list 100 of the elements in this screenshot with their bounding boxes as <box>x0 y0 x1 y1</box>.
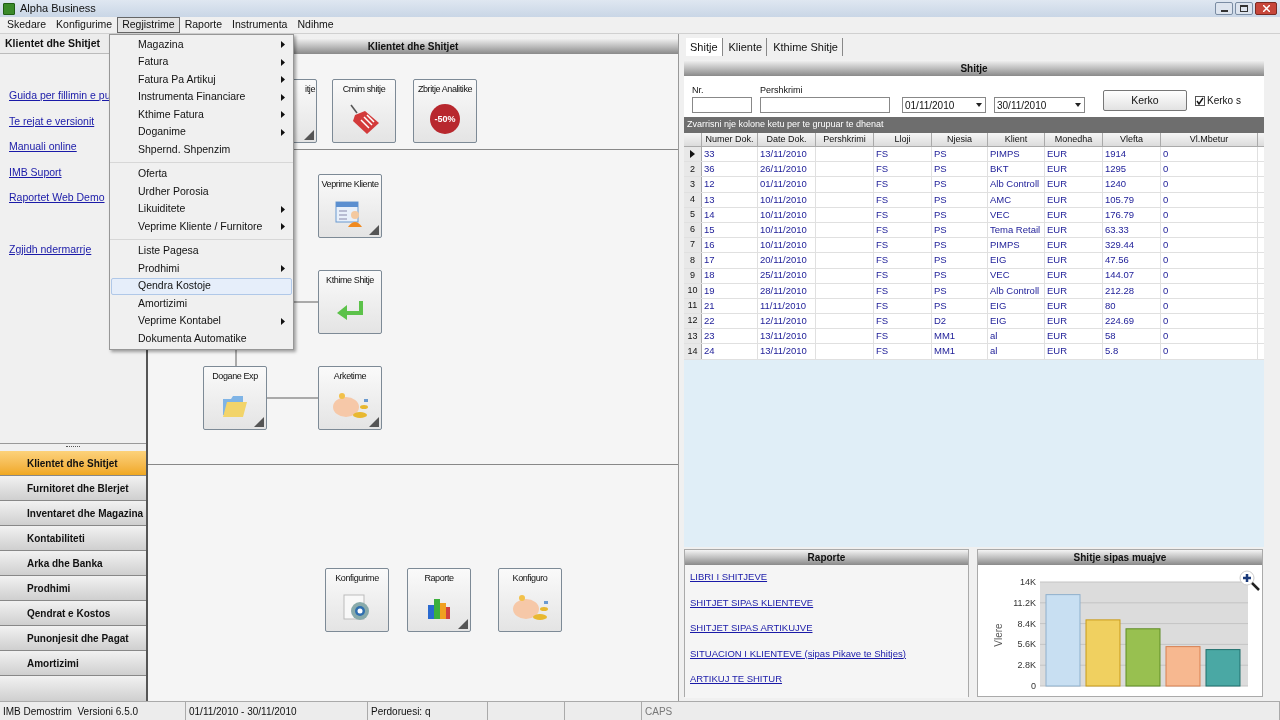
menu-bar-item[interactable]: Skedare <box>2 17 52 33</box>
menu-item[interactable]: Prodhimi <box>111 260 292 278</box>
report-link[interactable]: SITUACION I KLIENTEVE (sipas Pikave te Shitjes) <box>690 646 968 672</box>
contact-card-icon <box>335 200 365 229</box>
menu-item[interactable]: Fatura <box>111 53 292 71</box>
workflow-node[interactable]: Dogane Exp <box>203 366 267 430</box>
column-header[interactable]: Date Dok. <box>758 133 816 146</box>
menu-item[interactable]: Instrumenta Financiare <box>111 88 292 106</box>
table-cell: 0 <box>1161 283 1258 298</box>
menu-item[interactable]: Veprime Kliente / Furnitore <box>111 218 292 236</box>
row-header[interactable] <box>684 147 702 162</box>
menu-item[interactable]: Liste Pagesa <box>111 242 292 260</box>
discount-sticker: -50% <box>430 104 460 135</box>
folder-icon <box>221 393 249 420</box>
date-from-picker[interactable]: 01/11/2010 <box>902 97 986 113</box>
nav-button[interactable]: Klientet dhe Shitjet <box>0 451 146 476</box>
nav-button[interactable]: Amortizimi <box>0 651 146 676</box>
column-header[interactable]: Lloji <box>874 133 932 146</box>
report-link[interactable]: ARTIKUJ TE SHITUR <box>690 672 968 698</box>
field-label: Pershkrimi <box>760 83 804 97</box>
table-cell: FS <box>874 283 932 298</box>
menu-item[interactable]: Dokumenta Automatike <box>111 330 292 348</box>
menu-item[interactable]: Amortizimi <box>111 295 292 313</box>
menu-item[interactable]: Likuiditete <box>111 200 292 218</box>
menu-bar-item[interactable]: Konfigurime <box>51 17 118 33</box>
table-cell: 0 <box>1161 177 1258 192</box>
nav-button[interactable]: Qendrat e Kostos <box>0 601 146 626</box>
node-label: Zbritje Analitike <box>417 83 473 96</box>
menu-item[interactable]: Qendra Kostoje <box>111 277 292 295</box>
minimize-button[interactable] <box>1215 2 1233 15</box>
workflow-node[interactable]: Kthime Shitje <box>318 270 382 334</box>
number-field[interactable] <box>692 97 752 113</box>
report-link[interactable]: SHITJET SIPAS KLIENTEVE <box>690 595 968 621</box>
menu-item[interactable]: Fatura Pa Artikuj <box>111 71 292 89</box>
nav-button[interactable]: Arka dhe Banka <box>0 551 146 576</box>
report-link[interactable]: LIBRI I SHITJEVE <box>690 570 968 596</box>
row-header[interactable]: 3 <box>684 177 702 192</box>
column-header[interactable]: Numer Dok. <box>702 133 758 146</box>
table-cell: 26/11/2010 <box>758 162 816 177</box>
table-cell: 23 <box>702 329 758 344</box>
table-cell: EUR <box>1045 314 1103 329</box>
search-button[interactable]: Kerko <box>1103 90 1187 111</box>
checkbox[interactable] <box>1195 95 1205 106</box>
description-field[interactable] <box>760 97 890 113</box>
panel-header: Shitje sipas muajve <box>978 550 1262 565</box>
table-cell: FS <box>874 314 932 329</box>
column-header[interactable]: Vl.Mbetur <box>1161 133 1258 146</box>
tab[interactable]: Kthime Shitje <box>769 38 843 56</box>
workflow-node[interactable]: Konfigurime <box>325 568 389 632</box>
workflow-node[interactable]: Raporte <box>407 568 471 632</box>
table-cell: BKT <box>988 162 1045 177</box>
column-header[interactable]: Njesia <box>932 133 988 146</box>
column-header[interactable]: Monedha <box>1045 133 1103 146</box>
close-button[interactable] <box>1255 2 1277 15</box>
column-header[interactable]: Klient <box>988 133 1045 146</box>
table-cell: EUR <box>1045 283 1103 298</box>
row-header[interactable]: 14 <box>684 344 702 359</box>
workflow-node[interactable]: Veprime Kliente <box>318 174 382 238</box>
menu-item[interactable]: Urdher Porosia <box>111 183 292 201</box>
row-header[interactable]: 7 <box>684 238 702 253</box>
price-tag-icon <box>347 103 381 136</box>
date-to-picker[interactable]: 30/11/2010 <box>994 97 1085 113</box>
menu-item[interactable]: Oferta <box>111 165 292 183</box>
table-cell: 13/11/2010 <box>758 329 816 344</box>
table-cell: VEC <box>988 268 1045 283</box>
menu-item[interactable]: Doganime <box>111 123 292 141</box>
workflow-node[interactable]: Konfiguro <box>498 568 562 632</box>
table-cell: D2 <box>932 314 988 329</box>
row-header[interactable]: 2 <box>684 162 702 177</box>
table-cell: 144.07 <box>1103 268 1161 283</box>
report-link[interactable]: SHITJET SIPAS ARTIKUJVE <box>690 621 968 647</box>
menu-item[interactable]: Veprime Kontabel <box>111 312 292 330</box>
node-label: Konfigurime <box>335 572 379 585</box>
column-header[interactable]: Pershkrimi <box>816 133 874 146</box>
menu-bar-item[interactable]: Ndihme <box>292 17 339 33</box>
table-cell: FS <box>874 192 932 207</box>
menu-item[interactable]: Kthime Fatura <box>111 106 292 124</box>
menu-bar-item[interactable]: Raporte <box>179 17 227 33</box>
tab[interactable]: Kliente <box>724 38 768 56</box>
menu-item[interactable]: Shpernd. Shpenzim <box>111 141 292 159</box>
row-header[interactable]: 12 <box>684 314 702 329</box>
row-header[interactable]: 8 <box>684 253 702 268</box>
zoom-in-icon[interactable] <box>1238 569 1260 591</box>
workflow-node[interactable]: Arketime <box>318 366 382 430</box>
table-cell: 1914 <box>1103 147 1161 162</box>
table-cell: PS <box>932 238 988 253</box>
row-header[interactable]: 13 <box>684 329 702 344</box>
table-cell: EUR <box>1045 207 1103 222</box>
table-cell: FS <box>874 162 932 177</box>
node-label: Veprime Kliente <box>321 178 379 191</box>
workflow-node[interactable]: Zbritje Analitike -50% <box>413 79 477 143</box>
menu-bar-item[interactable]: Instrumenta <box>227 17 293 33</box>
workflow-node[interactable]: Cmim shitje <box>332 79 396 143</box>
table-cell: 1295 <box>1103 162 1161 177</box>
table-cell: FS <box>874 329 932 344</box>
menu-bar-item[interactable]: Regjistrime <box>117 17 180 33</box>
maximize-button[interactable] <box>1235 2 1253 15</box>
column-header[interactable]: Vlefta <box>1103 133 1161 146</box>
nav-button[interactable]: Inventaret dhe Magazina <box>0 501 146 526</box>
tab[interactable]: Shitje <box>686 38 723 56</box>
